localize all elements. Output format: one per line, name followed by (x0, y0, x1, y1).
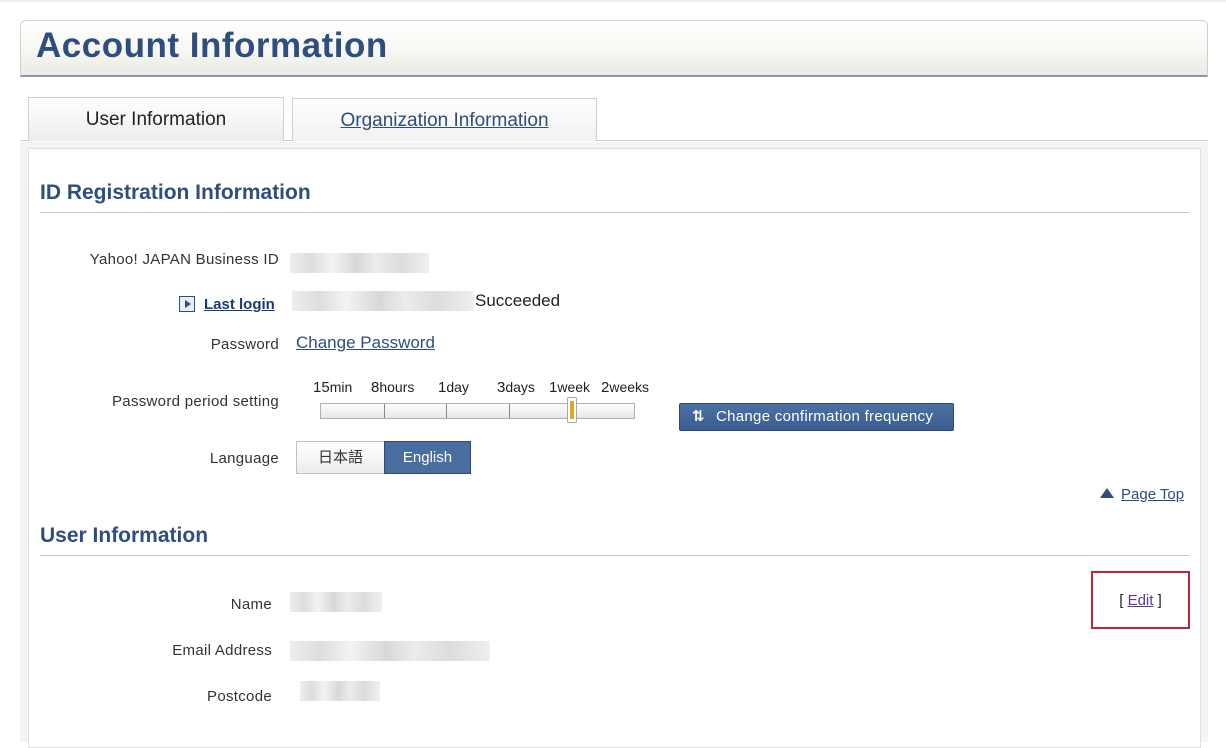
last-login-status: Succeeded (475, 291, 561, 310)
slider-label-8hours: 8hours (371, 379, 415, 396)
section-divider (40, 212, 1189, 213)
change-password-link[interactable]: Change Password (296, 333, 435, 353)
section-divider (40, 555, 1189, 556)
slider-tick (384, 404, 385, 418)
last-login[interactable]: Last login (179, 296, 279, 316)
page-title: Account Information (36, 26, 388, 65)
email-value-redacted (290, 641, 490, 661)
edit-highlight: [ Edit ] (1091, 571, 1190, 629)
organization-information-link[interactable]: Organization Information (340, 110, 548, 131)
slider-tick (509, 404, 510, 418)
password-period-slider[interactable]: 15min 8hours 1day 3days 1week 2weeks (309, 379, 669, 429)
language-toggle: 日本語 English (296, 441, 471, 474)
page-header: Account Information (20, 20, 1208, 77)
business-id-label: Yahoo! JAPAN Business ID (89, 251, 279, 268)
password-period-label: Password period setting (112, 393, 279, 410)
tab-bar: User Information Organization Informatio… (20, 97, 1208, 142)
language-label: Language (209, 450, 279, 467)
password-label: Password (210, 336, 279, 353)
business-id-value-redacted (290, 253, 429, 273)
slider-thumb[interactable] (567, 397, 577, 423)
id-registration-title: ID Registration Information (40, 181, 311, 204)
last-login-value-redacted (292, 291, 474, 311)
slider-label-1day: 1day (438, 379, 469, 396)
slider-label-1week: 1week (549, 379, 591, 396)
language-english-button[interactable]: English (384, 441, 471, 474)
slider-label-3days: 3days (497, 379, 535, 396)
slider-label-15min: 15min (313, 379, 353, 396)
postcode-value-redacted (300, 681, 380, 701)
top-line (0, 0, 1226, 2)
tab-user-information[interactable]: User Information (28, 97, 284, 141)
page-top[interactable]: Page Top (1100, 486, 1184, 503)
email-address-label: Email Address (172, 642, 272, 659)
refresh-icon: ⇅ (692, 408, 705, 425)
user-information-title: User Information (40, 524, 209, 547)
tab-organization-information[interactable]: Organization Information (292, 98, 597, 141)
name-label: Name (230, 596, 272, 613)
language-japanese-button[interactable]: 日本語 (296, 441, 385, 474)
edit-link[interactable]: Edit (1128, 592, 1154, 609)
last-login-link[interactable]: Last login (204, 296, 275, 313)
slider-label-2weeks: 2weeks (601, 379, 650, 396)
content-panel: ID Registration Information Yahoo! JAPAN… (28, 148, 1201, 748)
name-value-redacted (290, 592, 382, 612)
play-icon (179, 296, 195, 312)
slider-tick (446, 404, 447, 418)
change-confirmation-frequency-button[interactable]: ⇅ Change confirmation frequency (679, 403, 954, 431)
content-area: ID Registration Information Yahoo! JAPAN… (20, 142, 1208, 748)
page-top-link[interactable]: Page Top (1121, 486, 1184, 503)
triangle-up-icon (1100, 488, 1114, 498)
confirm-button-label: Change confirmation frequency (716, 408, 934, 425)
slider-track[interactable] (320, 403, 635, 419)
postcode-label: Postcode (207, 688, 272, 705)
